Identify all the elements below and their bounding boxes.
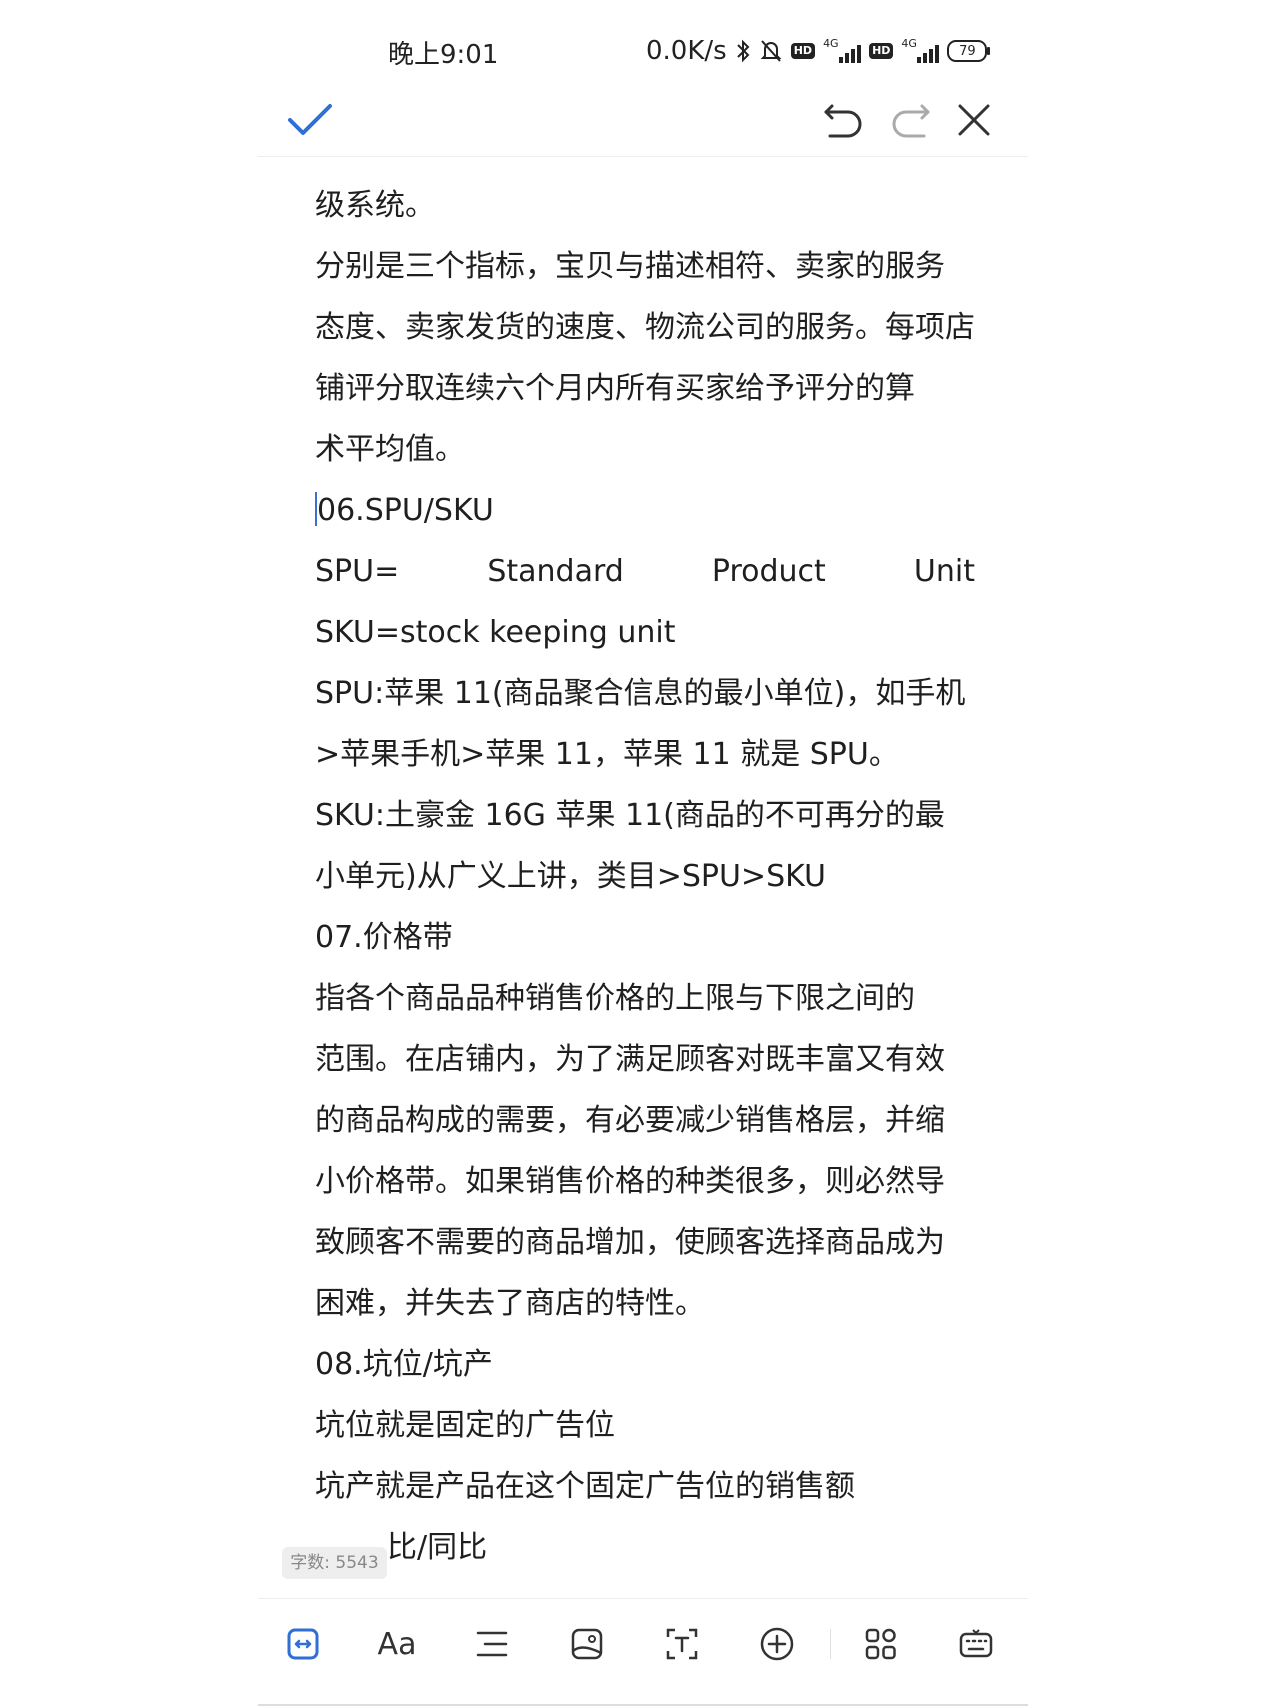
spu-definition-line: SPU= Standard Product Unit [315,541,975,602]
doc-line: >苹果手机>苹果 11，苹果 11 就是 SPU。 [315,737,899,772]
word-count-badge: 字数: 5543 [282,1547,387,1579]
doc-heading-line: 06.SPU/SKU [315,480,975,541]
signal-4g-icon-2: 4G [901,37,940,63]
doc-heading-line: 07.价格带 [315,920,453,955]
status-indicators: 0.0K/s HD 4G HD 4G 79 [646,34,991,68]
doc-line: 态度、卖家发货的速度、物流公司的服务。每项店 [315,310,975,345]
mute-bell-icon [759,38,783,64]
text-recognition-icon[interactable] [657,1619,707,1669]
network-speed: 0.0K/s [646,36,727,66]
redo-icon[interactable] [880,90,940,150]
status-time: 晚上9:01 [388,40,499,70]
doc-line: SKU:土豪金 16G 苹果 11(商品的不可再分的最 [315,798,945,833]
doc-line: 范围。在店铺内，为了满足顾客对既丰富又有效 [315,1042,945,1077]
doc-line: 分别是三个指标，宝贝与描述相符、卖家的服务 [315,249,945,284]
hd-badge-2: HD [869,43,894,59]
apps-grid-icon[interactable] [856,1619,906,1669]
network-type-label-2: 4G [901,37,917,50]
spu-word: Product [711,554,826,589]
doc-line: 指各个商品品种销售价格的上限与下限之间的 [315,981,915,1016]
doc-line: 小单元)从广义上讲，类目>SPU>SKU [315,859,826,894]
paragraph-align-icon[interactable] [467,1619,517,1669]
doc-heading-line: 08.坑位/坑产 [315,1347,493,1382]
hd-badge: HD [790,43,816,59]
text-select-icon[interactable] [278,1619,328,1669]
spu-word: SPU= [315,554,400,589]
doc-line: 致顾客不需要的商品增加，使顾客选择商品成为 [315,1225,945,1260]
checkmark-icon[interactable] [280,90,340,150]
undo-icon[interactable] [814,90,874,150]
insert-image-icon[interactable] [562,1619,612,1669]
doc-line: SKU=stock keeping unit [315,615,676,650]
signal-4g-icon: 4G [823,37,862,63]
doc-heading-spu-sku: 06.SPU/SKU [317,493,494,528]
keyboard-icon[interactable] [951,1619,1001,1669]
doc-line: 级系统。 [315,188,435,223]
font-style-icon[interactable]: Aa [372,1619,422,1669]
add-icon[interactable] [752,1619,802,1669]
doc-line: SPU:苹果 11(商品聚合信息的最小单位)，如手机 [315,676,966,711]
doc-line: 坑产就是产品在这个固定广告位的销售额 [315,1469,855,1504]
doc-line: 坑位就是固定的广告位 [315,1408,615,1443]
doc-line: 铺评分取连续六个月内所有买家给予评分的算 [315,371,915,406]
battery-icon: 79 [947,40,991,62]
document-body[interactable]: 级系统。 分别是三个指标，宝贝与描述相符、卖家的服务 态度、卖家发货的速度、物流… [315,150,975,1570]
network-type-label: 4G [823,37,839,50]
status-bar: 晚上9:01 0.0K/s HD 4G HD 4G 79 [0,0,1280,100]
bluetooth-icon [735,38,751,64]
doc-line: 小价格带。如果销售价格的种类很多，则必然导 [315,1164,945,1199]
doc-line: 困难，并失去了商店的特性。 [315,1286,705,1321]
doc-heading-line: 比/同比 [387,1530,488,1565]
close-icon[interactable] [944,90,1004,150]
spu-word: Unit [913,554,975,589]
spu-word: Standard [487,554,624,589]
doc-line: 的商品构成的需要，有必要减少销售格层，并缩 [315,1103,945,1138]
format-toolbar: Aa [258,1598,1028,1679]
toolbar-separator [830,1629,831,1659]
doc-line: 术平均值。 [315,432,465,467]
